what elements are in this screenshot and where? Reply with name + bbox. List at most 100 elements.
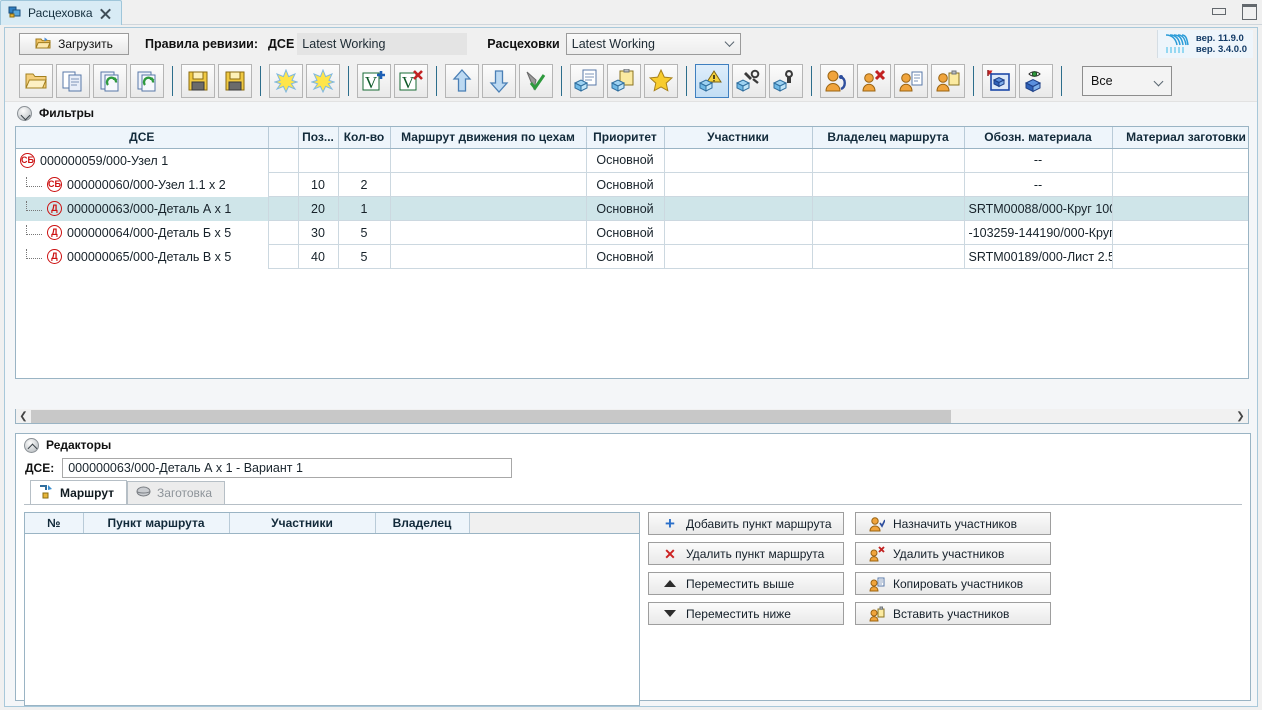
cell-material-code[interactable]: -- [964, 172, 1113, 197]
table-row[interactable]: Д 000000065/000-Деталь В x 5 40 5 Основной SR… [16, 244, 1248, 269]
add-route-point-button[interactable]: + Добавить пункт маршрута [648, 512, 844, 535]
raschehovki-combo[interactable]: Latest Working [565, 33, 741, 55]
approve-check-icon[interactable] [519, 63, 553, 98]
cell-priority[interactable]: Основной [586, 148, 665, 173]
cell-blank[interactable] [268, 148, 299, 173]
copy-document-icon[interactable] [56, 63, 90, 98]
move-down-button[interactable]: Переместить ниже [648, 602, 844, 625]
user-delete-icon[interactable] [857, 63, 891, 98]
grid-horizontal-scrollbar[interactable]: ❮ ❯ [15, 409, 1249, 424]
cell-route-owner[interactable] [812, 244, 965, 269]
table-row[interactable]: Д 000000063/000-Деталь А x 1 20 1 Основной SR… [16, 196, 1248, 221]
save-icon[interactable] [181, 63, 215, 98]
filters-section-header[interactable]: Фильтры [5, 102, 1257, 124]
editors-section-header[interactable]: Редакторы [16, 434, 1250, 456]
variant-add-icon[interactable]: V [357, 63, 391, 98]
cell-participants[interactable] [664, 172, 813, 197]
load-button[interactable]: Загрузить [19, 33, 129, 55]
col-header-material-code[interactable]: Обозн. материала [964, 127, 1113, 149]
cell-route[interactable] [390, 172, 587, 197]
cell-priority[interactable]: Основной [586, 244, 665, 269]
cell-dse-name[interactable]: СБ 000000060/000-Узел 1.1 x 2 [16, 172, 269, 197]
open-folder-icon[interactable] [19, 63, 53, 98]
col-header-participants[interactable]: Участники [664, 127, 813, 149]
cell-participants[interactable] [664, 244, 813, 269]
cell-blank[interactable] [268, 196, 299, 221]
cell-qty[interactable]: 5 [338, 220, 391, 245]
delete-route-point-button[interactable]: ✕ Удалить пункт маршрута [648, 542, 844, 565]
cell-material-code[interactable]: SRTM00189/000-Лист 2.5х... [964, 244, 1113, 269]
cell-qty[interactable]: 5 [338, 244, 391, 269]
cell-priority[interactable]: Основной [586, 220, 665, 245]
star-burst-icon[interactable] [269, 63, 303, 98]
cell-blank-material[interactable] [1112, 196, 1248, 221]
chevron-down-icon[interactable] [17, 105, 32, 121]
maximize-icon[interactable] [1240, 3, 1257, 20]
scroll-right-icon[interactable]: ❯ [1233, 410, 1248, 423]
route-col-number[interactable]: № [25, 513, 84, 534]
refresh-document-icon[interactable] [93, 63, 127, 98]
col-header-blank-material[interactable]: Материал заготовки [1112, 127, 1248, 149]
paste-participants-button[interactable]: Вставить участников [855, 602, 1051, 625]
cell-priority[interactable]: Основной [586, 196, 665, 221]
cell-route[interactable] [390, 244, 587, 269]
cell-blank-material[interactable] [1112, 244, 1248, 269]
cell-participants[interactable] [664, 220, 813, 245]
move-down-icon[interactable] [482, 63, 516, 98]
route-col-point[interactable]: Пункт маршрута [83, 513, 230, 534]
cell-dse-name[interactable]: Д 000000065/000-Деталь В x 5 [16, 244, 269, 269]
cell-route[interactable] [390, 148, 587, 173]
cell-qty[interactable]: 1 [338, 196, 391, 221]
copy-participants-button[interactable]: Копировать участников [855, 572, 1051, 595]
save-all-icon[interactable] [218, 63, 252, 98]
dse-revision-field[interactable]: Latest Working [297, 33, 468, 55]
cell-blank[interactable] [268, 244, 299, 269]
col-header-route[interactable]: Маршрут движения по цехам [390, 127, 587, 149]
cell-material-code[interactable]: -103259-144190/000-Круг ... [964, 220, 1113, 245]
cell-blank-material[interactable] [1112, 220, 1248, 245]
cell-poz[interactable]: 30 [298, 220, 339, 245]
tab-marshrut[interactable]: Маршрут [30, 480, 128, 504]
cell-route-owner[interactable] [812, 148, 965, 173]
refresh-document-alt-icon[interactable] [130, 63, 164, 98]
close-icon[interactable] [99, 7, 112, 20]
col-header-poz[interactable]: Поз... [298, 127, 339, 149]
route-col-participants[interactable]: Участники [229, 513, 376, 534]
col-header-blank[interactable] [268, 127, 299, 149]
cell-material-code[interactable]: -- [964, 148, 1113, 173]
table-row[interactable]: СБ 000000060/000-Узел 1.1 x 2 10 2 Основной -… [16, 172, 1248, 197]
cell-route[interactable] [390, 196, 587, 221]
cell-blank[interactable] [268, 172, 299, 197]
cell-poz[interactable] [298, 148, 339, 173]
move-up-button[interactable]: Переместить выше [648, 572, 844, 595]
col-header-qty[interactable]: Кол-во [338, 127, 391, 149]
cell-participants[interactable] [664, 148, 813, 173]
chevron-up-icon[interactable] [24, 437, 39, 453]
cell-material-code[interactable]: SRTM00088/000-Круг 100 ... [964, 196, 1113, 221]
cell-route-owner[interactable] [812, 196, 965, 221]
cell-dse-name[interactable]: СБ 000000059/000-Узел 1 [16, 148, 269, 173]
editor-dse-input[interactable]: 000000063/000-Деталь А x 1 - Вариант 1 [62, 458, 513, 478]
route-col-owner[interactable]: Владелец [375, 513, 470, 534]
cube-document-icon[interactable] [570, 63, 604, 98]
cube-wrench-icon[interactable] [769, 63, 803, 98]
move-up-icon[interactable] [445, 63, 479, 98]
cell-dse-name[interactable]: Д 000000064/000-Деталь Б x 5 [16, 220, 269, 245]
col-header-route-owner[interactable]: Владелец маршрута [812, 127, 965, 149]
tab-zagotovka[interactable]: Заготовка [127, 481, 226, 504]
minimize-icon[interactable] [1210, 3, 1226, 17]
route-grid[interactable]: № Пункт маршрута Участники Владелец [24, 512, 640, 706]
scroll-left-icon[interactable]: ❮ [16, 410, 31, 423]
user-clipboard-icon[interactable] [931, 63, 965, 98]
star-burst-alt-icon[interactable] [306, 63, 340, 98]
cube-warning-icon[interactable] [695, 63, 729, 98]
cell-route-owner[interactable] [812, 220, 965, 245]
cube-tools-icon[interactable] [732, 63, 766, 98]
cell-priority[interactable]: Основной [586, 172, 665, 197]
cell-poz[interactable]: 40 [298, 244, 339, 269]
filter-scope-combo[interactable]: Все [1082, 65, 1172, 96]
window-tab-raschehovka[interactable]: Расцеховка [0, 0, 122, 25]
cube-eye-icon[interactable] [1019, 63, 1053, 98]
table-row[interactable]: Д 000000064/000-Деталь Б x 5 30 5 Основной -1… [16, 220, 1248, 245]
cell-blank-material[interactable] [1112, 148, 1248, 173]
